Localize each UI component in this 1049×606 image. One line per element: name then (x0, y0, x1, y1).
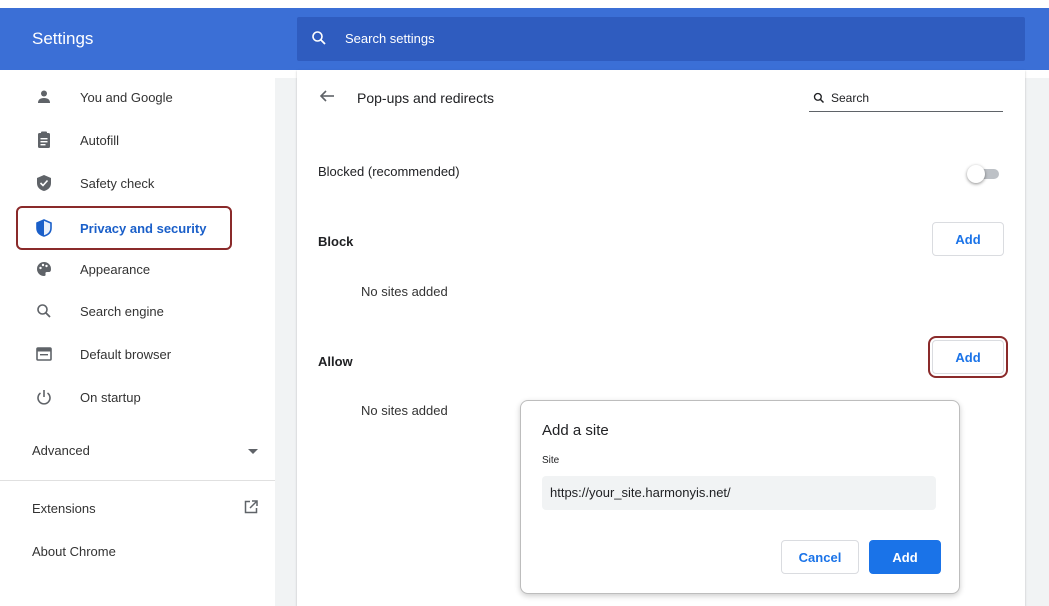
dialog-add-button[interactable]: Add (869, 540, 941, 574)
power-icon (34, 387, 54, 407)
sidebar-advanced-toggle[interactable]: Advanced (32, 440, 258, 460)
allow-empty-text: No sites added (361, 403, 448, 418)
palette-icon (34, 259, 54, 279)
add-site-dialog: Add a site Site https://your_site.harmon… (520, 400, 960, 594)
search-icon (311, 30, 327, 51)
allow-section-heading: Allow (318, 354, 353, 369)
settings-card: Pop-ups and redirects Search Blocked (re… (297, 70, 1025, 606)
sidebar: You and Google Autofill Safety check Pri… (0, 70, 275, 606)
shield-icon (34, 218, 54, 238)
open-in-new-icon (244, 500, 258, 517)
search-placeholder: Search settings (345, 31, 435, 46)
sidebar-item-appearance[interactable]: Appearance (16, 250, 256, 288)
sidebar-item-about-chrome[interactable]: About Chrome (32, 544, 258, 559)
sidebar-item-label: Privacy and security (80, 220, 207, 236)
sidebar-item-label: On startup (80, 389, 141, 405)
sidebar-item-default-browser[interactable]: Default browser (16, 335, 256, 373)
page-title: Pop-ups and redirects (357, 90, 494, 106)
blocked-label: Blocked (recommended) (318, 164, 460, 179)
clipboard-icon (34, 130, 54, 150)
caret-down-icon (248, 443, 258, 458)
site-input[interactable]: https://your_site.harmonyis.net/ (542, 476, 936, 510)
blocked-toggle[interactable] (967, 165, 1003, 183)
person-icon (34, 87, 54, 107)
app-header: Settings Search settings (0, 0, 1049, 78)
extensions-label: Extensions (32, 501, 96, 516)
app-title: Settings (32, 29, 94, 48)
search-icon (813, 91, 825, 109)
dialog-title: Add a site (542, 422, 609, 439)
site-field-label: Site (542, 455, 560, 466)
sidebar-item-label: Default browser (80, 346, 172, 362)
settings-search-input[interactable]: Search settings (297, 17, 1025, 61)
subpage-search-input[interactable]: Search (809, 88, 1003, 112)
sidebar-item-you-and-google[interactable]: You and Google (16, 78, 256, 116)
block-empty-text: No sites added (361, 284, 448, 299)
cancel-button[interactable]: Cancel (781, 540, 859, 574)
back-arrow-icon[interactable] (319, 88, 335, 109)
about-label: About Chrome (32, 544, 116, 559)
sidebar-item-label: Search engine (80, 303, 164, 319)
search-icon (34, 301, 54, 321)
advanced-label: Advanced (32, 442, 90, 458)
block-add-button[interactable]: Add (932, 222, 1004, 256)
sidebar-item-autofill[interactable]: Autofill (16, 121, 256, 159)
sidebar-item-privacy-and-security[interactable]: Privacy and security (16, 206, 232, 250)
allow-add-button[interactable]: Add (932, 340, 1004, 374)
sidebar-item-on-startup[interactable]: On startup (16, 378, 256, 416)
sidebar-item-safety-check[interactable]: Safety check (16, 164, 256, 202)
subpage-search-placeholder: Search (831, 91, 870, 105)
sidebar-item-label: Safety check (80, 175, 155, 191)
sidebar-item-search-engine[interactable]: Search engine (16, 292, 256, 330)
browser-icon (34, 344, 54, 364)
shield-check-icon (34, 173, 54, 193)
block-section-heading: Block (318, 234, 354, 249)
sidebar-divider (0, 480, 275, 481)
sidebar-item-label: You and Google (80, 89, 173, 105)
sidebar-item-label: Autofill (80, 132, 120, 148)
sidebar-item-label: Appearance (80, 261, 151, 277)
sidebar-item-extensions[interactable]: Extensions (32, 500, 258, 517)
toggle-knob (967, 165, 985, 183)
